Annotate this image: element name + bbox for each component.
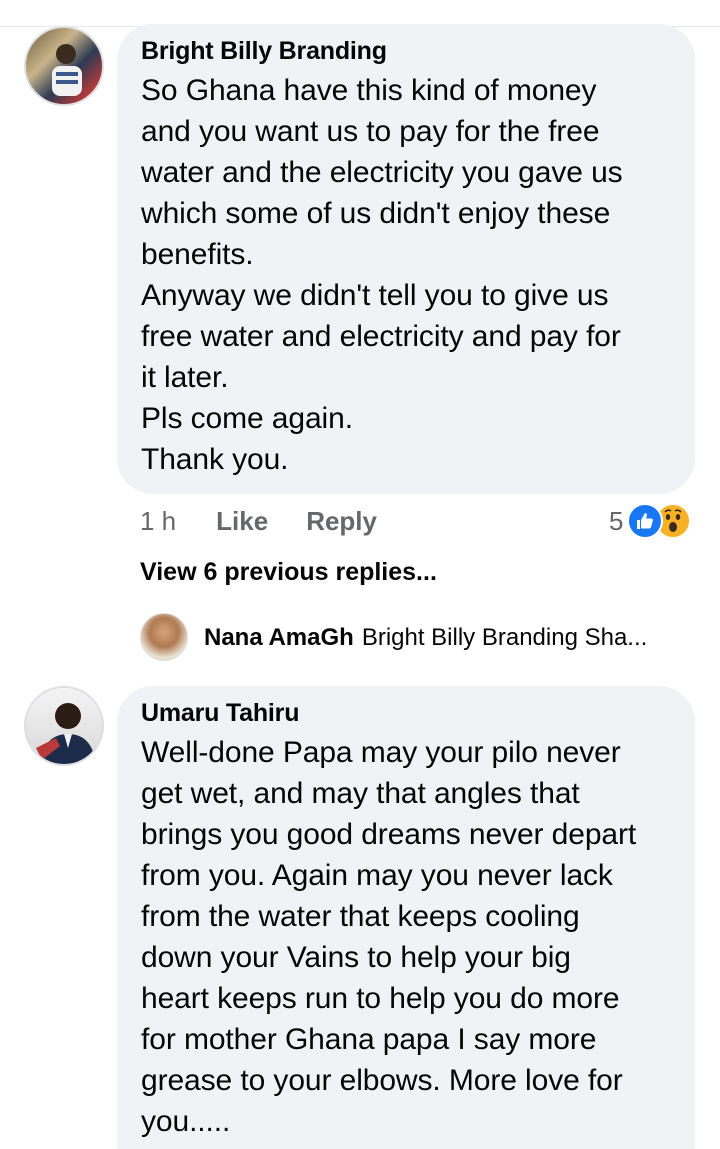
comment-time-1[interactable]: 1 h (140, 506, 176, 537)
comment-author-2[interactable]: Umaru Tahiru (141, 698, 671, 728)
comments-page: Bright Billy Branding So Ghana have this… (0, 0, 720, 1149)
view-previous-replies-link[interactable]: View 6 previous replies... (140, 558, 437, 587)
avatar-umaru-tahiru[interactable] (24, 686, 104, 766)
reply-author[interactable]: Nana AmaGh (204, 624, 354, 652)
reply-preview[interactable]: Nana AmaGh Bright Billy Branding Sha... (204, 624, 647, 652)
comment-actions-1: 1 h Like Reply (140, 506, 415, 537)
like-button[interactable]: Like (216, 506, 268, 537)
reaction-count: 5 (609, 505, 624, 536)
person-icon (52, 44, 82, 96)
person-icon (36, 703, 96, 764)
reply-button[interactable]: Reply (306, 506, 377, 537)
comment-author-1[interactable]: Bright Billy Branding (141, 36, 671, 66)
comment-bubble-1: Bright Billy Branding So Ghana have this… (117, 24, 695, 494)
comment-text-1: So Ghana have this kind of money and you… (141, 74, 623, 476)
top-divider (0, 0, 720, 27)
avatar-bright-billy[interactable] (24, 26, 104, 106)
avatar-nana-amagh[interactable] (140, 613, 188, 661)
reply-snippet: Bright Billy Branding Sha... (361, 624, 648, 651)
reactions-summary[interactable]: 5 (609, 503, 692, 539)
comment-text-2: Well-done Papa may your pilo never get w… (141, 736, 637, 1138)
comment-bubble-2: Umaru Tahiru Well-done Papa may your pil… (117, 686, 695, 1149)
